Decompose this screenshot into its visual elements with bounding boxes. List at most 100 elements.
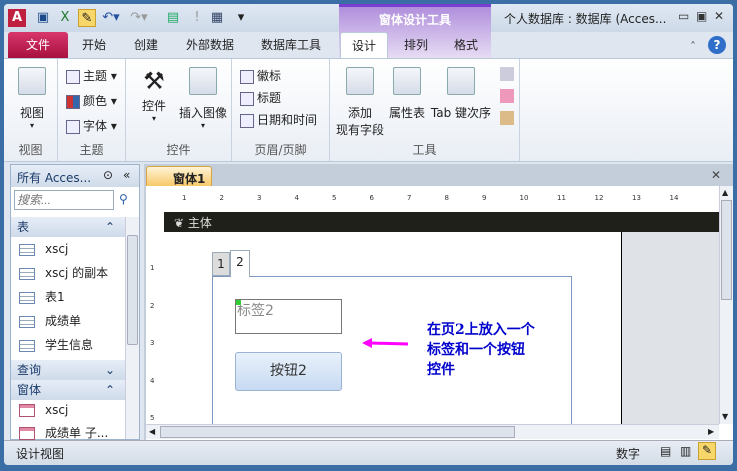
tab-database-tools[interactable]: 数据库工具: [256, 32, 326, 58]
annotation-line: 标签和一个按钮: [427, 342, 525, 358]
colors-button[interactable]: 颜色 ▾: [66, 92, 117, 109]
calendar-icon: [240, 113, 254, 128]
ruler-tick-label: 1: [150, 264, 155, 272]
document-tab-label: 窗体1: [173, 172, 206, 186]
status-bar: 设计视图 数字 ▤ ▥ ✎: [4, 440, 733, 465]
ruler-tick-label: 3: [150, 339, 155, 347]
tab-design[interactable]: 设计: [340, 32, 388, 59]
tab-page-1[interactable]: 1: [212, 252, 230, 276]
form-icon[interactable]: ▤: [164, 9, 182, 27]
convert-macros-icon[interactable]: [500, 111, 514, 125]
design-view-icon[interactable]: ✎: [698, 442, 716, 460]
save-icon[interactable]: ▣: [34, 9, 52, 27]
collapse-nav-icon[interactable]: «: [123, 168, 130, 182]
nav-item-label: 成绩单 子...: [45, 426, 109, 440]
excel-icon[interactable]: X: [56, 9, 74, 27]
logo-button[interactable]: 徽标: [240, 67, 281, 84]
theme-button[interactable]: 主题 ▾: [66, 67, 117, 84]
vertical-scrollbar[interactable]: ▲ ▼: [719, 186, 733, 424]
design-surface: 1 2 3 4 5 6 7 8 9 10 11 12 13 14 ❦ 主体 12345 1 2 标签2 按…: [146, 186, 733, 440]
nav-item-label: 学生信息: [45, 338, 94, 352]
nav-item-label: xscj: [45, 242, 69, 256]
insert-image-button[interactable]: 插入图像 ▾: [178, 67, 228, 130]
tab-arrange[interactable]: 排列: [396, 32, 436, 58]
view-button[interactable]: 视图 ▾: [12, 67, 52, 130]
ruler-tick-label: 5: [150, 414, 155, 422]
tab-order-label: Tab 键次序: [430, 106, 492, 120]
label-text: 标签2: [237, 303, 274, 319]
nav-menu-icon[interactable]: ⊙: [103, 168, 113, 182]
scroll-thumb[interactable]: [160, 426, 515, 438]
nav-item[interactable]: 学生信息: [19, 335, 93, 355]
close-icon[interactable]: ✕: [714, 9, 724, 23]
theme-icon: [66, 69, 80, 84]
table-icon[interactable]: ▦: [208, 9, 226, 27]
design-view-icon[interactable]: ✎: [78, 9, 96, 27]
fonts-icon: [66, 119, 80, 134]
property-sheet-button[interactable]: 属性表: [386, 67, 428, 121]
add-existing-fields-button[interactable]: 添加 现有字段: [336, 67, 384, 138]
button-control[interactable]: 按钮2: [235, 352, 342, 391]
form-canvas[interactable]: 1 2 标签2 按钮2 在页2上放入一个 标签和一个按钮 控件: [164, 232, 622, 436]
search-icon[interactable]: ⚲: [119, 192, 128, 206]
tab-create[interactable]: 创建: [126, 32, 166, 58]
scroll-thumb[interactable]: [127, 235, 138, 345]
form-view-icon[interactable]: ▤: [660, 444, 671, 458]
colors-icon: [66, 94, 80, 109]
tab-file[interactable]: 文件: [8, 32, 68, 58]
tab-format[interactable]: 格式: [446, 32, 486, 58]
tab-home[interactable]: 开始: [74, 32, 114, 58]
subform-icon[interactable]: [500, 67, 514, 81]
customize-icon[interactable]: ▾: [232, 9, 250, 27]
nav-item-label: xscj: [45, 403, 69, 417]
title-bar: A ▣ X ✎ ↶▾ ↷▾ ▤ ! ▦ ▾ 窗体设计工具 个人数据库 : 数据库…: [4, 4, 733, 58]
nav-header: 所有 Acces... ⊙ «: [11, 165, 139, 187]
redo-icon[interactable]: ↷▾: [130, 9, 148, 27]
scroll-thumb[interactable]: [721, 200, 732, 300]
nav-group-tables[interactable]: 表 ⌃: [11, 217, 125, 237]
access-logo-icon[interactable]: A: [8, 9, 26, 27]
nav-scrollbar[interactable]: [125, 217, 139, 439]
close-document-icon[interactable]: ✕: [711, 168, 721, 182]
horizontal-scrollbar[interactable]: ◀ ▶: [146, 424, 719, 439]
ruler-tick-label: 9: [482, 194, 487, 202]
app-title: 个人数据库 : 数据库 (Acces...: [504, 12, 667, 26]
ruler-tick-label: 5: [332, 194, 337, 202]
nav-item[interactable]: xscj 的副本: [19, 263, 108, 283]
fonts-button[interactable]: 字体 ▾: [66, 117, 117, 134]
colors-label: 颜色: [83, 94, 108, 108]
controls-button[interactable]: ⚒ 控件 ▾: [134, 67, 174, 123]
minimize-icon[interactable]: ▭: [678, 9, 689, 23]
document-tab[interactable]: 窗体1: [146, 166, 212, 186]
ruler-tick-label: 10: [519, 194, 529, 202]
tab-page-2[interactable]: 2: [230, 250, 250, 277]
nav-title[interactable]: 所有 Acces...: [17, 169, 91, 186]
collapse-ribbon-icon[interactable]: ˆ: [690, 40, 696, 54]
layout-view-icon[interactable]: ▥: [680, 444, 691, 458]
nav-item[interactable]: xscj: [19, 400, 68, 420]
search-input[interactable]: [14, 190, 114, 210]
label-control[interactable]: 标签2: [235, 299, 342, 334]
maximize-icon[interactable]: ▣: [696, 9, 707, 23]
code-icon[interactable]: [500, 89, 514, 103]
nav-group-forms[interactable]: 窗体 ⌃: [11, 380, 125, 400]
section-bar-detail[interactable]: ❦ 主体: [164, 212, 719, 232]
tab-external-data[interactable]: 外部数据: [180, 32, 240, 58]
arrow-annotation: [362, 338, 409, 348]
ruler-tick-label: 13: [632, 194, 641, 202]
insert-image-label: 插入图像: [178, 106, 227, 120]
group-label: 页眉/页脚: [254, 143, 307, 157]
nav-item[interactable]: 成绩单: [19, 311, 81, 331]
run-icon[interactable]: !: [188, 9, 206, 27]
annotation-text: 在页2上放入一个 标签和一个按钮 控件: [427, 320, 535, 380]
title-button[interactable]: 标题: [240, 89, 281, 106]
help-icon[interactable]: ?: [708, 36, 726, 54]
undo-icon[interactable]: ↶▾: [102, 9, 120, 27]
nav-item[interactable]: xscj: [19, 239, 68, 259]
tab-order-button[interactable]: Tab 键次序: [430, 67, 492, 121]
date-time-button[interactable]: 日期和时间: [240, 111, 317, 128]
tab-order-icon: [447, 67, 475, 95]
nav-item[interactable]: 表1: [19, 287, 65, 307]
table-icon: [19, 339, 35, 352]
nav-group-queries[interactable]: 查询 ⌄: [11, 360, 125, 380]
